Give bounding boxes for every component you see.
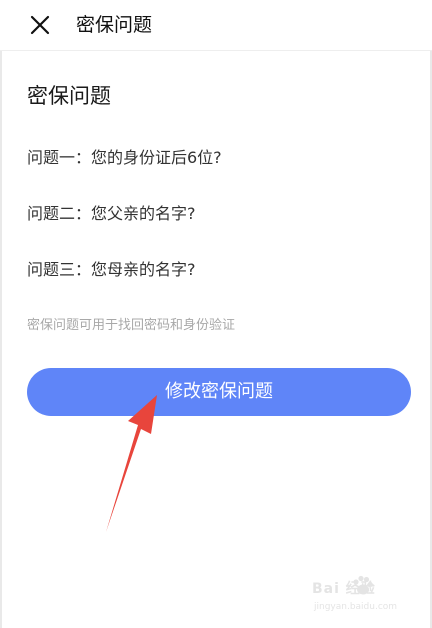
security-question-3: 问题三：您母亲的名字? (27, 260, 196, 279)
nav-bar: 密保问题 (0, 0, 432, 51)
security-question-2: 问题二：您父亲的名字? (27, 204, 196, 223)
page-title: 密保问题 (76, 14, 153, 36)
section-heading: 密保问题 (27, 84, 111, 108)
hint-text: 密保问题可用于找回密码和身份验证 (27, 318, 236, 333)
close-icon (30, 15, 50, 35)
close-button[interactable] (22, 7, 58, 43)
modify-security-questions-button[interactable]: 修改密保问题 (27, 368, 411, 416)
watermark-url: jingyan.baidu.com (314, 602, 398, 612)
watermark: Bai 经验 jingyan.baidu.com (312, 574, 412, 618)
security-question-1: 问题一：您的身份证后6位? (27, 148, 222, 167)
paw-icon (353, 575, 373, 595)
left-frame-border (0, 0, 2, 628)
